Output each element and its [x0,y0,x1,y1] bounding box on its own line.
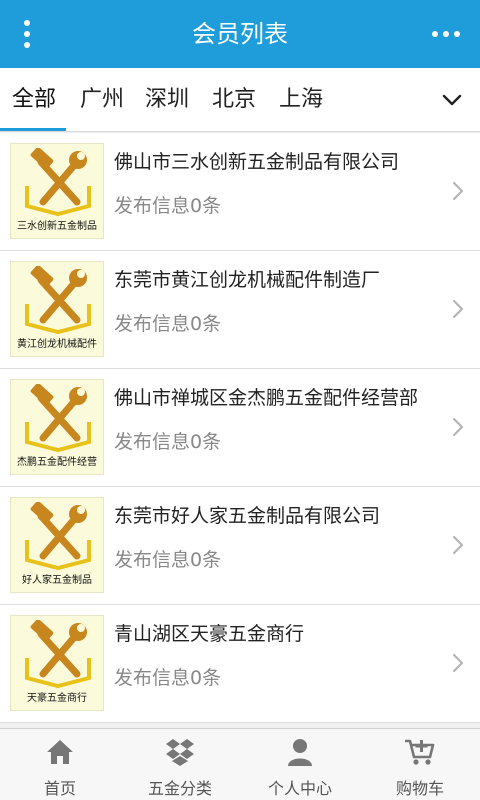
tools-icon [25,384,91,453]
user-icon [288,739,312,766]
member-name[interactable]: 佛山市禅城区金杰鹏五金配件经营部 [114,383,418,410]
logo-caption: 杰鹏五金配件经营 [17,457,97,468]
tools-icon [25,620,91,689]
member-post-count: 发布信息0条 [114,313,222,335]
more-button[interactable] [426,14,466,54]
active-tab-indicator [0,128,66,131]
member-row[interactable]: 黄江创龙机械配件 东莞市黄江创龙机械配件制造厂 发布信息0条 [0,251,480,369]
nav-home[interactable]: 首页 [0,729,120,800]
app-header: 会员列表 [0,0,480,68]
chevron-right-icon [452,299,464,319]
member-post-count: 发布信息0条 [114,431,222,453]
logo-caption: 黄江创龙机械配件 [17,339,97,350]
member-name[interactable]: 佛山市三水创新五金制品有限公司 [114,147,399,174]
page-title: 会员列表 [192,20,288,48]
chevron-down-icon[interactable] [438,86,466,114]
nav-label: 首页 [43,779,76,798]
city-tabs: 全部 广州 深圳 北京 上海 [0,68,480,132]
member-name[interactable]: 东莞市好人家五金制品有限公司 [114,501,380,528]
chevron-right-icon [452,417,464,437]
nav-label: 个人中心 [267,779,332,798]
member-post-count: 发布信息0条 [114,195,222,217]
nav-label: 五金分类 [147,779,212,798]
member-row[interactable]: 好人家五金制品 东莞市好人家五金制品有限公司 发布信息0条 [0,487,480,605]
member-post-count: 发布信息0条 [114,667,222,689]
tab-shanghai[interactable]: 上海 [279,68,323,132]
more-dot-icon [443,31,449,37]
member-post-count: 发布信息0条 [114,549,222,571]
nav-cart[interactable]: 购物车 [360,729,480,800]
logo-caption: 三水创新五金制品 [17,221,97,232]
nav-profile[interactable]: 个人中心 [240,729,360,800]
member-logo: 杰鹏五金配件经营 [10,379,104,475]
tools-icon [25,502,91,571]
chevron-right-icon [452,181,464,201]
member-logo: 黄江创龙机械配件 [10,261,104,357]
member-logo: 三水创新五金制品 [10,143,104,239]
chevron-right-icon [452,535,464,555]
member-row[interactable]: 三水创新五金制品 佛山市三水创新五金制品有限公司 发布信息0条 [0,133,480,251]
tab-guangzhou[interactable]: 广州 [80,68,124,132]
member-row[interactable]: 天豪五金商行 青山湖区天豪五金商行 发布信息0条 [0,605,480,723]
logo-caption: 天豪五金商行 [27,693,87,704]
more-dot-icon [454,31,460,37]
tools-icon [25,148,91,217]
member-list: 三水创新五金制品 佛山市三水创新五金制品有限公司 发布信息0条 黄江创龙机械配件… [0,133,480,723]
logo-caption: 好人家五金制品 [22,575,92,586]
bottom-nav: 首页 五金分类 个人中心 购物车 [0,728,480,800]
tab-beijing[interactable]: 北京 [212,68,256,132]
tools-icon [25,266,91,335]
chevron-right-icon [452,653,464,673]
member-name[interactable]: 青山湖区天豪五金商行 [114,619,304,646]
cart-icon [405,739,435,765]
home-icon [47,740,73,764]
category-icon [166,739,194,766]
member-row[interactable]: 杰鹏五金配件经营 佛山市禅城区金杰鹏五金配件经营部 发布信息0条 [0,369,480,487]
member-logo: 天豪五金商行 [10,615,104,711]
member-logo: 好人家五金制品 [10,497,104,593]
more-dot-icon [432,31,438,37]
member-name[interactable]: 东莞市黄江创龙机械配件制造厂 [114,265,380,292]
tab-all[interactable]: 全部 [12,68,56,132]
tab-shenzhen[interactable]: 深圳 [145,68,189,132]
nav-label: 购物车 [395,779,444,798]
nav-category[interactable]: 五金分类 [120,729,240,800]
